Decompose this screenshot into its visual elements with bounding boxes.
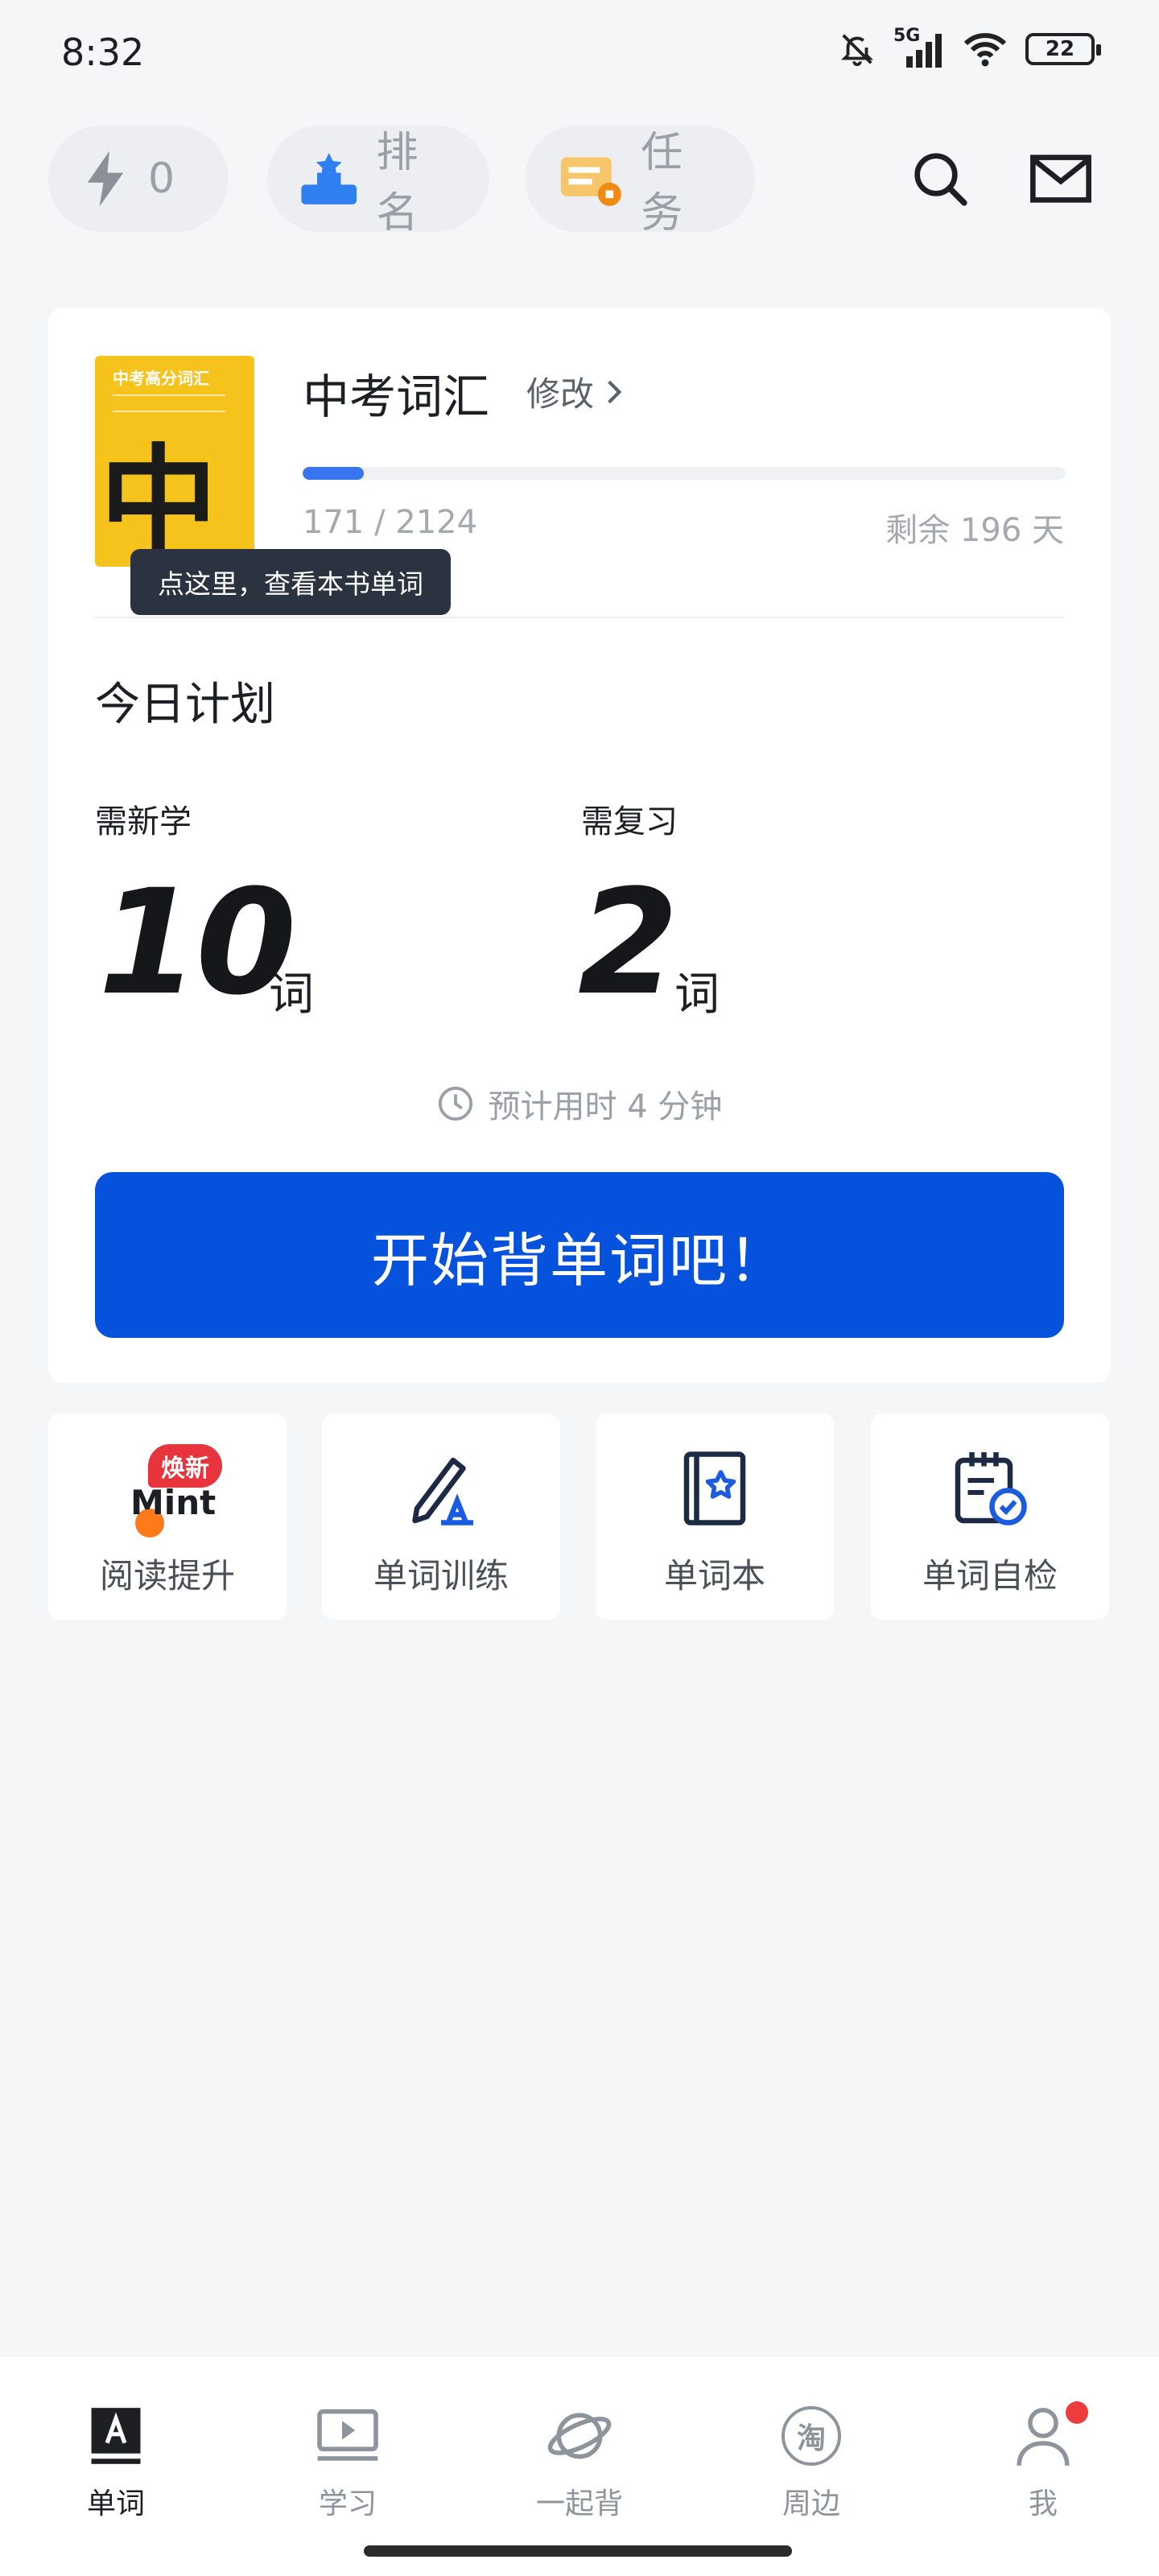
search-icon <box>914 153 967 206</box>
new-badge: 焕新 <box>148 1444 222 1488</box>
top-bar: 0 排名 任务 <box>48 126 1111 237</box>
review-words-count: 2 <box>578 859 678 1027</box>
notification-dot <box>1066 2401 1088 2424</box>
progress-count: 171 / 2124 <box>303 504 478 541</box>
clock-icon <box>438 1086 472 1121</box>
rank-label: 排名 <box>376 129 419 237</box>
lightning-icon <box>87 151 124 207</box>
mint-logo-text: Mint <box>130 1483 217 1522</box>
tile-label: 阅读提升 <box>99 1556 235 1596</box>
remaining-days: 剩余 196 天 <box>885 512 1064 549</box>
plan-title: 今日计划 <box>95 679 275 731</box>
task-scroll-icon <box>560 157 621 206</box>
divider <box>95 617 1064 618</box>
nav-label: 周边 <box>782 2487 840 2520</box>
time-estimate-text: 预计用时 4 分钟 <box>488 1088 723 1125</box>
start-learning-button[interactable]: 开始背单词吧！ <box>95 1172 1064 1338</box>
nav-label: 学习 <box>318 2487 377 2520</box>
tile-label: 单词本 <box>663 1556 765 1596</box>
star-book-icon <box>596 1444 834 1533</box>
book-title: 中考词汇 <box>303 369 490 424</box>
nav-label: 一起背 <box>535 2487 623 2520</box>
new-words-label: 需新学 <box>95 803 192 840</box>
word-icon <box>35 2400 196 2472</box>
taobao-glyph: 淘 <box>782 2406 841 2466</box>
pencil-a-icon <box>322 1444 560 1533</box>
wifi-icon <box>963 33 1007 67</box>
cover-big-text: 中考 <box>100 433 217 567</box>
planet-icon <box>499 2400 660 2472</box>
cover-decoration <box>113 394 225 412</box>
nav-label: 我 <box>1028 2487 1058 2520</box>
nav-item-words[interactable]: 单词 <box>35 2384 196 2537</box>
energy-count: 0 <box>148 155 175 203</box>
book-progress-bar <box>303 467 1066 480</box>
cover-title: 中考高分词汇 <box>113 369 209 388</box>
review-words-unit: 词 <box>674 968 720 1021</box>
search-button[interactable] <box>906 145 974 213</box>
nav-label: 单词 <box>86 2487 145 2520</box>
task-label: 任务 <box>641 129 683 237</box>
study-plan-card: 中考高分词汇 中考 中考词汇 修改 171 / 2124 剩余 196 天 点这… <box>48 308 1111 1383</box>
mail-icon <box>1030 155 1091 203</box>
mute-bell-icon <box>841 34 873 67</box>
rank-button[interactable]: 排名 <box>267 126 489 237</box>
edit-book-link[interactable]: 修改 <box>526 367 623 416</box>
tile-wordbook[interactable]: 单词本 <box>596 1414 834 1620</box>
chevron-right-icon <box>608 380 622 403</box>
view-words-tooltip[interactable]: 点这里，查看本书单词 <box>130 549 451 615</box>
nav-item-peripheral[interactable]: 淘 周边 <box>731 2384 892 2537</box>
review-words-label: 需复习 <box>581 803 678 840</box>
book-cover[interactable]: 中考高分词汇 中考 <box>95 356 254 567</box>
person-icon <box>963 2400 1124 2472</box>
status-time: 8:32 <box>61 31 145 74</box>
nav-item-study[interactable]: 学习 <box>267 2384 428 2537</box>
mail-button[interactable] <box>1027 145 1095 213</box>
network-type: 5G <box>893 26 921 46</box>
battery-icon: 22 <box>1025 33 1101 65</box>
tile-label: 单词训练 <box>373 1556 509 1596</box>
taobao-icon: 淘 <box>731 2400 892 2472</box>
book-progress-fill <box>303 467 364 480</box>
new-words-unit: 词 <box>269 968 314 1021</box>
tile-reading[interactable]: Mint 焕新 阅读提升 <box>48 1414 287 1620</box>
status-bar: 8:32 5G 22 <box>0 0 1159 105</box>
nav-item-me[interactable]: 我 <box>963 2384 1124 2537</box>
tile-label: 单词自检 <box>922 1556 1058 1596</box>
new-words-count: 10 <box>98 859 296 1027</box>
signal-icon: 5G <box>893 26 945 68</box>
energy-button[interactable]: 0 <box>48 126 229 232</box>
mint-logo-icon: Mint 焕新 <box>48 1444 287 1538</box>
bottom-nav: 单词 学习 一起背 淘 周边 我 <box>0 2355 1159 2576</box>
video-icon <box>267 2400 428 2472</box>
status-icons: 5G 22 <box>839 26 1101 68</box>
calendar-check-icon <box>871 1444 1109 1533</box>
podium-icon <box>301 153 357 204</box>
task-button[interactable]: 任务 <box>525 126 755 237</box>
nav-item-together[interactable]: 一起背 <box>499 2384 660 2537</box>
edit-label: 修改 <box>526 374 595 414</box>
time-estimate: 预计用时 4 分钟 <box>48 1080 1111 1127</box>
home-indicator[interactable] <box>364 2545 792 2557</box>
tile-word-training[interactable]: 单词训练 <box>322 1414 560 1620</box>
tile-self-check[interactable]: 单词自检 <box>871 1414 1109 1620</box>
